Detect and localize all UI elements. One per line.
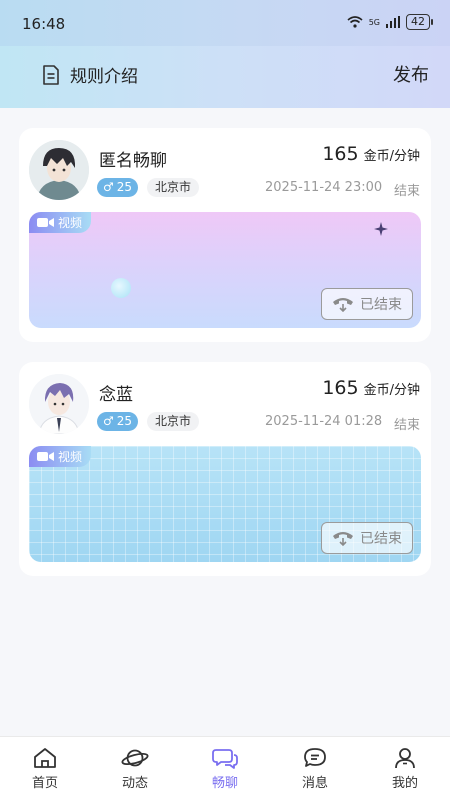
call-state: 结束	[393, 418, 420, 433]
tab-moments[interactable]: 动态	[90, 737, 180, 800]
price-value: 165	[322, 143, 359, 165]
tab-home-label: 首页	[31, 776, 58, 791]
publish-button[interactable]: 发布	[393, 61, 429, 87]
age: 25	[116, 414, 133, 428]
city-badge: 北京市	[147, 412, 200, 431]
call-time: 2025-11-24 01:28	[265, 414, 383, 429]
city-badge: 北京市	[147, 178, 200, 197]
video-tag-label: 视频	[58, 216, 83, 230]
user-name: 念蓝	[99, 385, 133, 405]
video-tag-label: 视频	[58, 450, 83, 464]
avatar[interactable]	[29, 374, 89, 434]
status-icons: 5G 42	[347, 14, 433, 30]
wifi-icon	[347, 16, 363, 28]
video-camera-icon	[37, 218, 54, 227]
ended-label: 已结束	[360, 297, 402, 313]
user-name: 匿名畅聊	[99, 151, 167, 171]
home-icon	[34, 748, 56, 768]
avatar[interactable]	[29, 140, 89, 200]
rules-label: 规则介绍	[70, 67, 138, 87]
ended-label: 已结束	[360, 531, 402, 547]
planet-icon	[121, 749, 149, 767]
ended-button[interactable]: 已结束	[321, 288, 413, 320]
chat-card[interactable]: 念蓝 165 金币/分钟 ♂ 25 北京市 2025-11-24 01:28 结…	[19, 362, 431, 576]
bottom-tab-bar: 首页 动态 畅聊 消息 我的	[0, 736, 450, 800]
video-preview[interactable]: 视频 已结束	[29, 212, 421, 328]
header: 规则介绍 发布	[0, 46, 450, 108]
ended-button[interactable]: 已结束	[321, 522, 413, 554]
video-camera-icon	[37, 452, 54, 461]
tab-messages[interactable]: 消息	[270, 737, 360, 800]
call-time: 2025-11-24 23:00	[265, 180, 383, 195]
battery-icon: 42	[406, 14, 433, 30]
hangup-icon	[333, 298, 353, 312]
profile-icon	[395, 748, 415, 769]
chat-bubbles-icon	[212, 749, 238, 769]
network-label: 5G	[368, 17, 380, 27]
tab-chat[interactable]: 畅聊	[180, 737, 270, 800]
price-unit: 金币/分钟	[363, 383, 420, 398]
tab-profile-label: 我的	[391, 776, 418, 791]
status-time: 16:48	[22, 15, 66, 33]
tab-messages-label: 消息	[301, 776, 328, 791]
call-state: 结束	[393, 184, 420, 199]
message-icon	[304, 748, 326, 767]
age: 25	[116, 180, 133, 194]
gender-age-badge: ♂ 25	[97, 412, 139, 431]
price: 165 金币/分钟	[322, 143, 420, 165]
decorative-bubble	[111, 278, 131, 298]
price-unit: 金币/分钟	[363, 149, 420, 164]
tab-profile[interactable]: 我的	[360, 737, 450, 800]
rules-link[interactable]: 规则介绍	[42, 62, 138, 87]
signal-icon	[386, 16, 400, 28]
status-bar: 16:48 5G 42	[0, 0, 450, 46]
tab-chat-label: 畅聊	[211, 776, 238, 791]
chat-card[interactable]: 匿名畅聊 165 金币/分钟 ♂ 25 北京市 2025-11-24 23:00…	[19, 128, 431, 342]
gender-age-badge: ♂ 25	[97, 178, 139, 197]
video-tag: 视频	[29, 212, 92, 233]
video-tag: 视频	[29, 446, 92, 467]
hangup-icon	[333, 532, 353, 546]
tab-moments-label: 动态	[121, 776, 148, 791]
video-preview[interactable]: 视频 已结束	[29, 446, 421, 562]
sparkle-icon	[374, 222, 388, 236]
male-icon: ♂	[103, 414, 114, 428]
price: 165 金币/分钟	[322, 377, 420, 399]
tab-home[interactable]: 首页	[0, 737, 90, 800]
price-value: 165	[322, 377, 359, 399]
document-icon	[43, 64, 59, 85]
male-icon: ♂	[103, 180, 114, 194]
